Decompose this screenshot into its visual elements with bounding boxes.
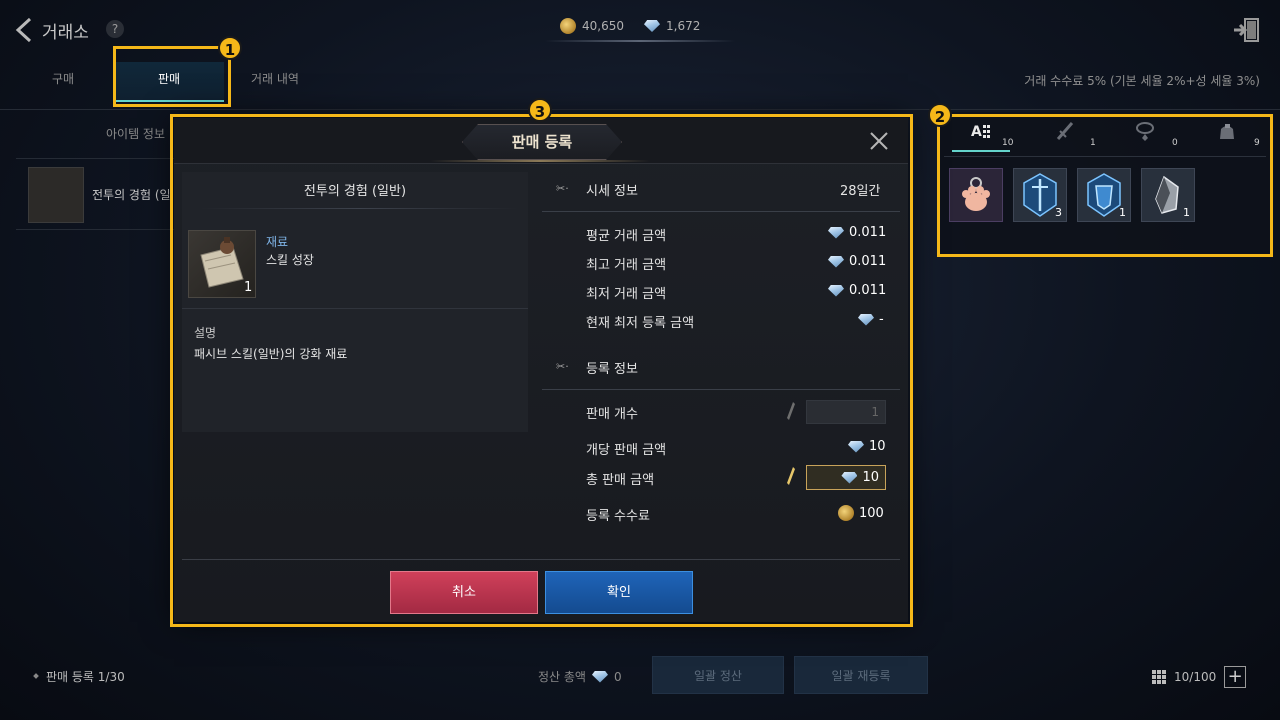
bulk-reregister-button[interactable]: 일괄 재등록	[794, 656, 928, 694]
highlight-box-inventory	[937, 114, 1273, 257]
tab-divider	[0, 109, 1280, 110]
highlight-box-dialog	[170, 114, 913, 627]
tab-buy[interactable]: 구매	[30, 62, 96, 102]
currency-display: 40,650 1,672	[560, 14, 730, 38]
settlement-total: 정산 총액 0	[538, 668, 622, 685]
inventory-capacity: 10/100 +	[1152, 666, 1247, 688]
diamond-amount: 1,672	[666, 19, 701, 33]
page-title: 거래소	[42, 23, 89, 43]
exit-door-icon[interactable]	[1232, 16, 1262, 44]
callout-badge-1: 1	[218, 36, 242, 60]
capacity-value: 10/100	[1174, 670, 1217, 684]
grid-icon	[1152, 670, 1166, 684]
settlement-label: 정산 총액	[538, 670, 586, 684]
diamond-icon	[591, 670, 608, 683]
scroll-item-icon	[28, 167, 84, 223]
tab-history[interactable]: 거래 내역	[236, 62, 314, 102]
sell-registration-count: 판매 등록 1/30	[46, 670, 125, 684]
expand-capacity-button[interactable]: +	[1224, 666, 1247, 688]
gold-coin-icon	[560, 18, 576, 34]
settlement-value: 0	[613, 669, 622, 684]
callout-badge-2: 2	[928, 103, 952, 127]
list-item-name: 전투의 경험 (일	[92, 188, 171, 202]
gold-amount: 40,650	[582, 19, 624, 33]
list-header-item-info: 아이템 정보	[106, 127, 166, 141]
highlight-box-sell-tab	[113, 46, 231, 107]
back-arrow-icon[interactable]	[12, 16, 38, 44]
help-icon[interactable]: ?	[106, 20, 124, 38]
callout-badge-3: 3	[528, 98, 552, 122]
bullet-icon	[33, 673, 39, 679]
bulk-settle-button[interactable]: 일괄 정산	[652, 656, 784, 694]
trade-fee-info: 거래 수수료 5% (기본 세율 2%+성 세율 3%)	[1024, 74, 1260, 88]
currency-divider	[545, 40, 735, 42]
diamond-icon	[644, 20, 660, 32]
